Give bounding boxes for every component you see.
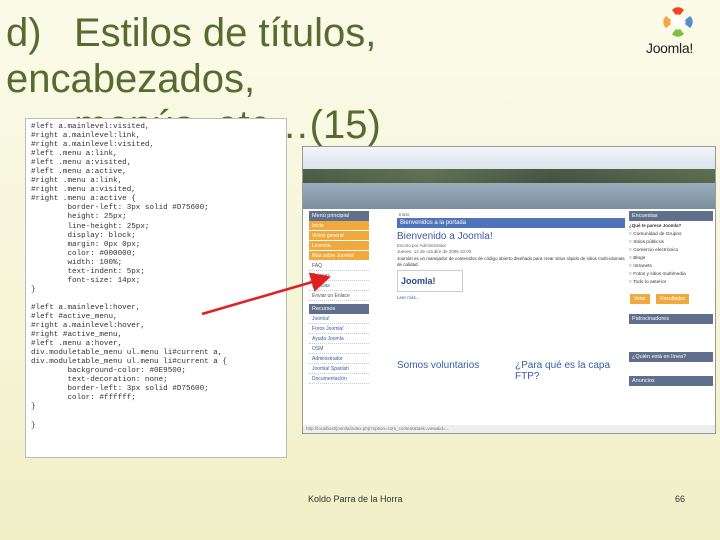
red-arrow-icon <box>201 272 331 316</box>
page-number: 66 <box>675 494 686 504</box>
footer-author: Koldo Parra de la Horra <box>308 494 403 504</box>
